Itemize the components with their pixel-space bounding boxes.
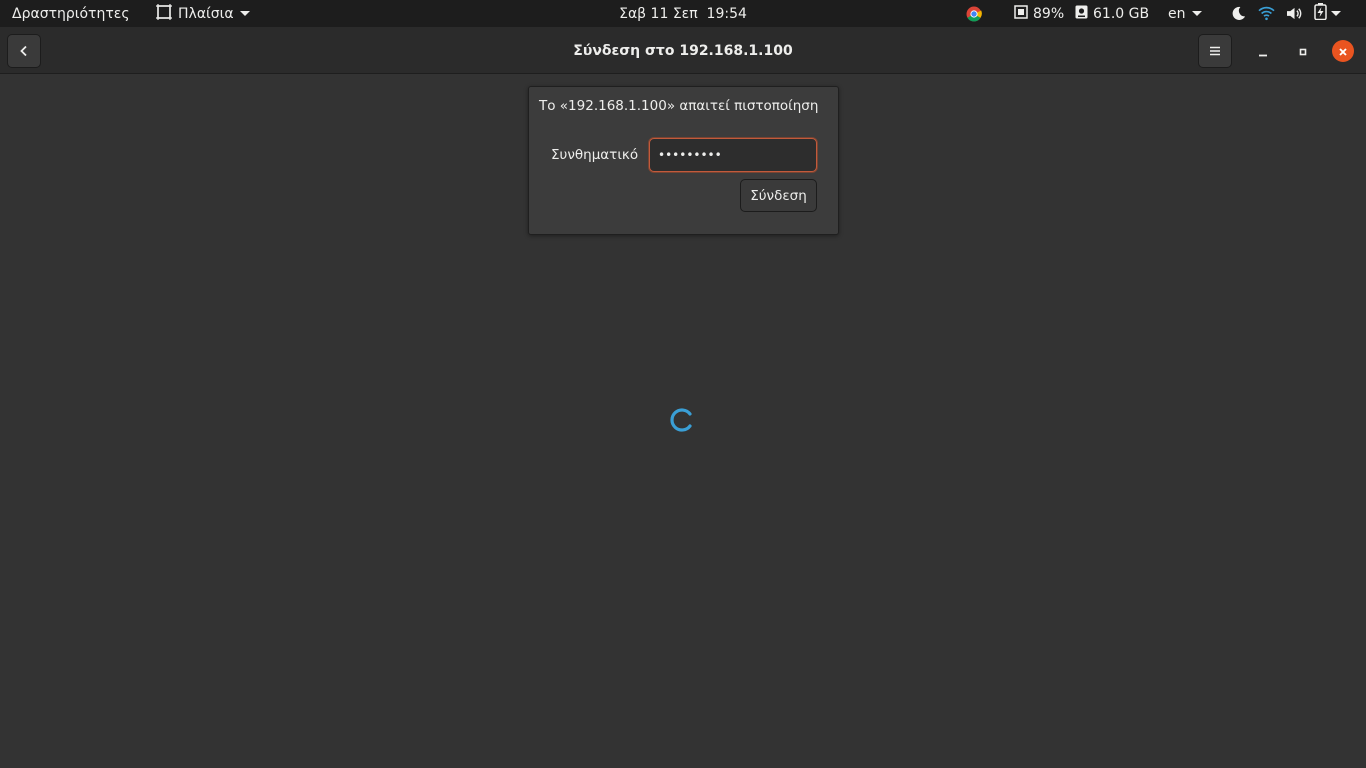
cpu-icon: [1014, 4, 1028, 23]
top-panel: Δραστηριότητες Πλαίσια Σαβ 11 Σεπ 19:54 …: [0, 0, 1366, 27]
battery-charging-icon: [1314, 3, 1327, 24]
cpu-indicator[interactable]: 89%: [1014, 0, 1064, 27]
disk-icon: [1075, 5, 1088, 23]
window-title: Σύνδεση στο 192.168.1.100: [573, 42, 793, 59]
header-bar: Σύνδεση στο 192.168.1.100: [0, 27, 1366, 74]
clock-label[interactable]: Σαβ 11 Σεπ 19:54: [619, 6, 747, 22]
battery-indicator[interactable]: [1314, 0, 1341, 27]
close-button[interactable]: [1332, 40, 1354, 62]
chevron-down-icon: [239, 11, 250, 16]
chevron-left-icon: [18, 42, 30, 61]
window-grid-icon: [156, 3, 172, 24]
password-label: Συνθηματικό: [551, 147, 639, 163]
disk-value: 61.0 GB: [1093, 5, 1150, 22]
menu-button[interactable]: [1198, 34, 1232, 68]
authentication-dialog: Το «192.168.1.100» απαιτεί πιστοποίηση Σ…: [528, 86, 839, 235]
chrome-icon[interactable]: [966, 0, 982, 27]
loading-spinner-icon: [668, 406, 696, 434]
connect-button[interactable]: Σύνδεση: [740, 179, 817, 212]
chevron-down-icon: [1191, 11, 1202, 16]
chevron-down-icon: [1331, 11, 1341, 16]
minimize-button[interactable]: [1252, 40, 1274, 62]
auth-message: Το «192.168.1.100» απαιτεί πιστοποίηση: [539, 98, 819, 114]
window-title-container: Σύνδεση στο 192.168.1.100: [0, 27, 1366, 74]
language-label: en: [1168, 5, 1186, 22]
hamburger-menu-icon: [1209, 42, 1221, 61]
wifi-icon[interactable]: [1258, 0, 1275, 27]
maximize-icon: [1298, 42, 1308, 61]
minimize-icon: [1258, 42, 1268, 61]
close-icon: [1338, 42, 1348, 61]
back-button[interactable]: [7, 34, 41, 68]
activities-button[interactable]: Δραστηριότητες: [12, 0, 130, 27]
maximize-button[interactable]: [1292, 40, 1314, 62]
disk-indicator[interactable]: 61.0 GB: [1075, 0, 1149, 27]
places-label: Πλαίσια: [178, 5, 234, 22]
night-light-icon[interactable]: [1231, 0, 1246, 27]
activities-label: Δραστηριότητες: [12, 5, 130, 22]
password-field[interactable]: [649, 138, 817, 172]
volume-icon[interactable]: [1286, 0, 1303, 27]
language-menu[interactable]: en: [1168, 0, 1202, 27]
places-menu[interactable]: Πλαίσια: [156, 0, 250, 27]
cpu-value: 89%: [1033, 5, 1065, 22]
